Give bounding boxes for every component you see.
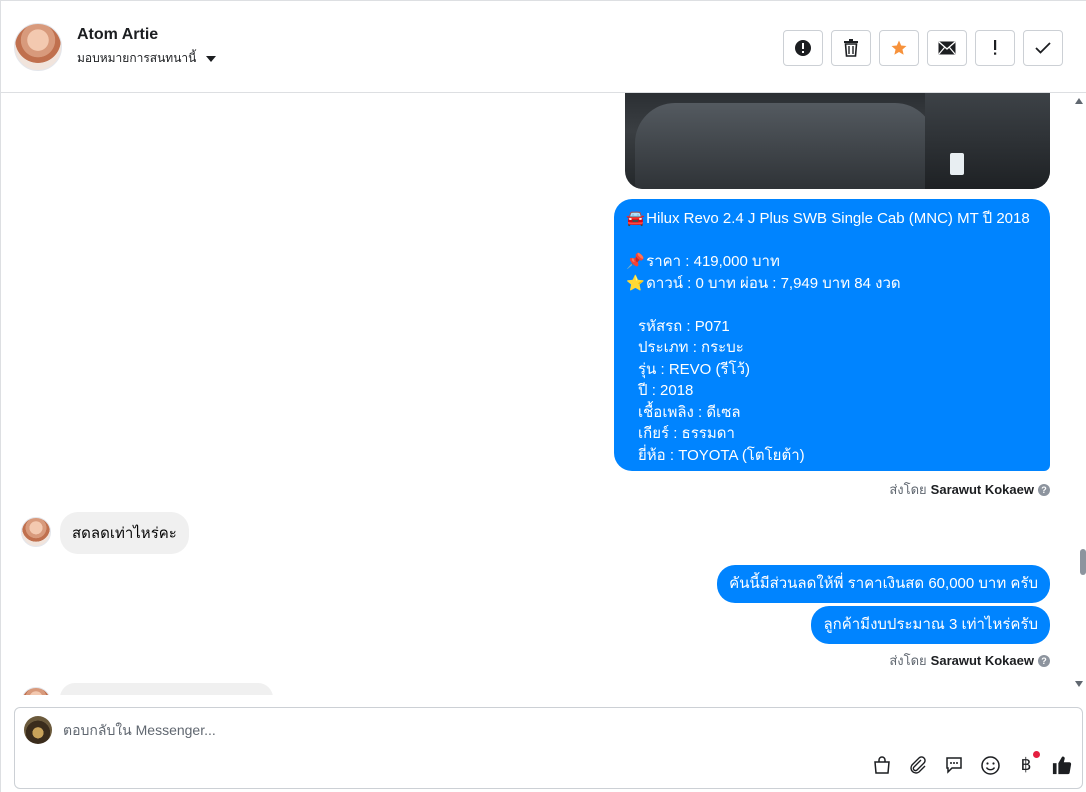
caret-down-icon bbox=[206, 55, 217, 62]
notification-dot bbox=[1033, 751, 1040, 758]
report-spam-button[interactable] bbox=[783, 30, 823, 66]
listing-message-bubble[interactable]: 🚘 Hilux Revo 2.4 J Plus SWB Single Cab (… bbox=[614, 199, 1050, 471]
star-button[interactable] bbox=[879, 30, 919, 66]
sent-by-info: ส่งโดย Sarawut Kokaew ? bbox=[889, 479, 1050, 500]
contact-avatar-small[interactable] bbox=[21, 687, 51, 695]
scroll-up-arrow-icon[interactable] bbox=[1075, 98, 1083, 104]
scrollbar-thumb[interactable] bbox=[1080, 549, 1086, 575]
listing-title: Hilux Revo 2.4 J Plus SWB Single Cab (MN… bbox=[646, 210, 1030, 227]
star-icon bbox=[891, 40, 907, 55]
pushpin-emoji-icon: 📌 bbox=[626, 253, 645, 270]
listing-model: รุ่น : REVO (รีโว้) bbox=[638, 360, 751, 378]
paperclip-icon[interactable] bbox=[908, 755, 928, 775]
exclamation-icon bbox=[994, 40, 997, 55]
sent-by-label: ส่งโดย bbox=[889, 482, 927, 497]
help-icon[interactable]: ? bbox=[1038, 654, 1050, 667]
priority-button[interactable] bbox=[975, 30, 1015, 66]
trash-icon bbox=[844, 39, 858, 57]
scroll-down-arrow-icon[interactable] bbox=[1075, 681, 1083, 687]
sent-by-label: ส่งโดย bbox=[889, 653, 927, 668]
contact-avatar-small[interactable] bbox=[21, 517, 51, 547]
listing-year: ปี : 2018 bbox=[638, 382, 694, 399]
envelope-icon bbox=[938, 41, 956, 55]
saved-reply-icon[interactable] bbox=[944, 755, 964, 775]
incoming-message-bubble[interactable]: สดลดเท่าไหร่คะ bbox=[60, 512, 189, 554]
car-emoji-icon: 🚘 bbox=[626, 210, 645, 227]
emoji-icon[interactable] bbox=[980, 755, 1000, 775]
listing-gear: เกียร์ : ธรรมดา bbox=[638, 425, 735, 442]
mark-unread-button[interactable] bbox=[927, 30, 967, 66]
message-thread[interactable]: 🚘 Hilux Revo 2.4 J Plus SWB Single Cab (… bbox=[1, 93, 1086, 695]
thumbs-up-icon[interactable] bbox=[1052, 755, 1072, 775]
sent-by-name[interactable]: Sarawut Kokaew bbox=[931, 653, 1034, 668]
alert-circle-icon bbox=[795, 40, 811, 56]
sent-by-name[interactable]: Sarawut Kokaew bbox=[931, 482, 1034, 497]
listing-price: ราคา : 419,000 บาท bbox=[646, 253, 780, 270]
help-icon[interactable]: ? bbox=[1038, 483, 1050, 496]
car-interior-photo[interactable] bbox=[625, 93, 1050, 189]
listing-code: รหัสรถ : P071 bbox=[638, 317, 730, 335]
header-actions bbox=[783, 30, 1063, 66]
delete-button[interactable] bbox=[831, 30, 871, 66]
baht-payment-icon[interactable]: ฿ bbox=[1016, 751, 1040, 775]
listing-type: ประเภท : กระบะ bbox=[638, 339, 744, 356]
mark-done-button[interactable] bbox=[1023, 30, 1063, 66]
reply-composer: ฿ bbox=[14, 707, 1083, 789]
assign-conversation-dropdown[interactable]: มอบหมายการสนทนานี้ bbox=[77, 49, 217, 68]
conversation-header: Atom Artie มอบหมายการสนทนานี้ bbox=[1, 1, 1086, 93]
star-emoji-icon: ⭐ bbox=[626, 274, 645, 292]
messenger-conversation: Atom Artie มอบหมายการสนทนานี้ 🚘 Hilux Re… bbox=[0, 0, 1086, 792]
shopping-bag-icon[interactable] bbox=[872, 755, 892, 775]
reply-input[interactable] bbox=[63, 722, 963, 738]
outgoing-message-bubble[interactable]: ลูกค้ามีงบประมาณ 3 เท่าไหร่ครับ bbox=[811, 606, 1050, 644]
contact-name[interactable]: Atom Artie bbox=[77, 26, 158, 44]
composer-tools: ฿ bbox=[872, 751, 1072, 775]
assign-label: มอบหมายการสนทนานี้ bbox=[77, 51, 197, 65]
page-avatar bbox=[24, 716, 52, 744]
contact-avatar[interactable] bbox=[14, 23, 62, 71]
incoming-message-bubble-partial[interactable] bbox=[60, 683, 273, 695]
sent-by-info: ส่งโดย Sarawut Kokaew ? bbox=[889, 650, 1050, 671]
listing-fuel: เชื้อเพลิง : ดีเซล bbox=[638, 403, 741, 421]
outgoing-message-bubble[interactable]: คันนี้มีส่วนลดให้พี่ ราคาเงินสด 60,000 บ… bbox=[717, 565, 1050, 603]
check-icon bbox=[1035, 42, 1051, 54]
listing-down-payment: ดาวน์ : 0 บาท ผ่อน : 7,949 บาท 84 งวด bbox=[646, 274, 901, 292]
listing-brand: ยี่ห้อ : TOYOTA (โตโยต้า) bbox=[638, 446, 805, 464]
